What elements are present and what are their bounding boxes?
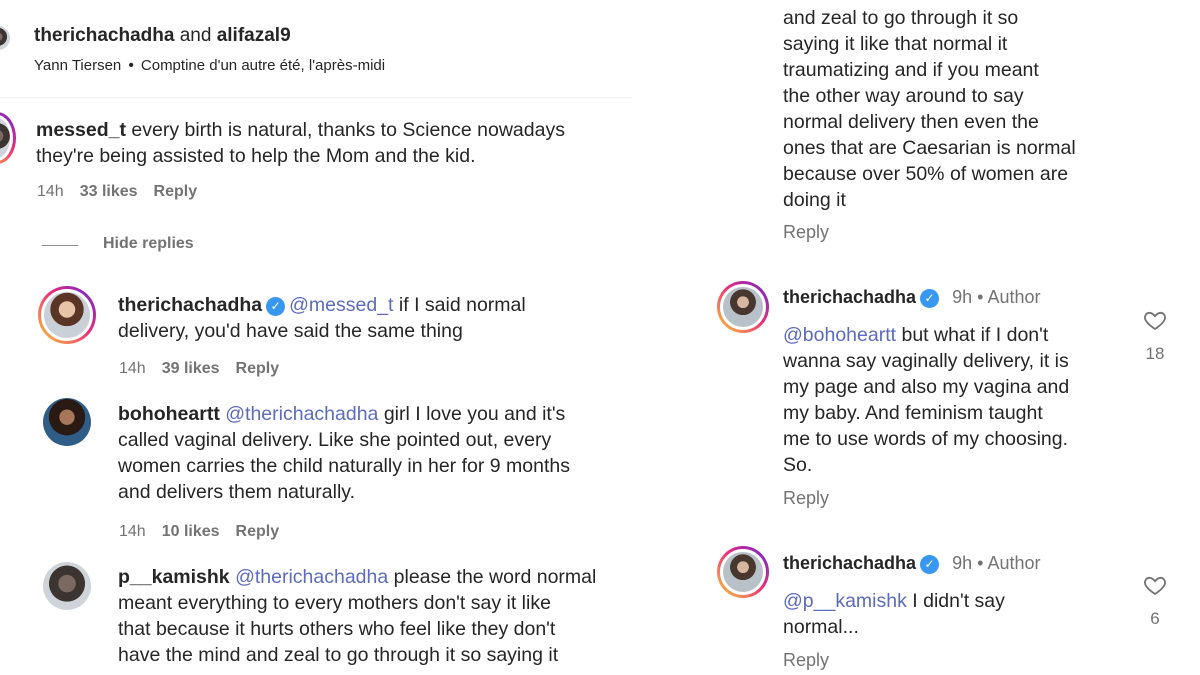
reply-text: normal delivery then even the bbox=[783, 111, 1039, 133]
reply-text: have the mind and zeal to go through it … bbox=[118, 644, 559, 666]
comment-avatar[interactable] bbox=[0, 112, 16, 164]
post-header-users: therichachadha and alifazal9 bbox=[34, 24, 291, 48]
comment-username[interactable]: messed_t bbox=[36, 119, 126, 141]
reply-meta: 14h 39 likes Reply bbox=[119, 360, 295, 378]
reply-continuation: and zeal to go through it so saying it l… bbox=[783, 5, 1193, 213]
author-label: Author bbox=[987, 287, 1041, 307]
reply-text: So. bbox=[783, 454, 813, 476]
reply-reply-button[interactable]: Reply bbox=[236, 360, 280, 377]
reply-text: doing it bbox=[783, 189, 846, 211]
like-heart-icon[interactable] bbox=[1143, 573, 1167, 597]
reply-button[interactable]: Reply bbox=[783, 650, 829, 671]
reply-mention[interactable]: @therichachadha bbox=[225, 403, 378, 425]
hide-replies-button[interactable]: Hide replies bbox=[103, 235, 194, 253]
hide-replies-line bbox=[42, 245, 78, 246]
header-username-2[interactable]: alifazal9 bbox=[217, 25, 291, 46]
reply-meta: 14h 10 likes Reply bbox=[119, 523, 295, 541]
reply-text: traumatizing and if you meant bbox=[783, 59, 1039, 81]
reply-text: normal... bbox=[783, 616, 859, 638]
reply-avatar-p-kamishk[interactable] bbox=[43, 562, 91, 610]
reply-text: that because it hurts others who feel li… bbox=[118, 618, 556, 640]
audio-bullet: • bbox=[128, 57, 134, 74]
reply-time: 9h bbox=[952, 287, 973, 307]
reply-bullet: • bbox=[977, 287, 984, 307]
reply-avatar-bohoheartt[interactable] bbox=[43, 398, 91, 446]
reply-avatar-therichachadha[interactable] bbox=[717, 281, 769, 333]
reply-avatar-therichachadha[interactable] bbox=[38, 286, 96, 344]
reply-text: my baby. And feminism taught bbox=[783, 402, 1043, 424]
reply-text: and zeal to go through it so bbox=[783, 7, 1019, 29]
reply-text: women carries the child naturally in her… bbox=[118, 455, 570, 477]
reply-therichachadha: therichachadha ✓ @messed_t if I said norma… bbox=[118, 292, 628, 344]
verified-badge-icon: ✓ bbox=[920, 289, 940, 308]
reply-text: my page and also my vagina and bbox=[783, 376, 1070, 398]
reply-bullet: • bbox=[977, 553, 984, 573]
reply-reply-button[interactable]: Reply bbox=[236, 523, 280, 540]
like-heart-icon[interactable] bbox=[1143, 308, 1167, 332]
reply-text: called vaginal delivery. Like she pointe… bbox=[118, 429, 552, 451]
reply-text: wanna say vaginally delivery, it is bbox=[783, 350, 1069, 372]
left-comments-panel: therichachadha and alifazal9 Yann Tierse… bbox=[0, 0, 632, 675]
right-comments-panel: and zeal to go through it so saying it l… bbox=[700, 0, 1200, 675]
reply-likes[interactable]: 10 likes bbox=[162, 523, 220, 540]
comment-messed-t: messed_t every birth is natural, thanks … bbox=[36, 117, 626, 169]
verified-badge-icon: ✓ bbox=[920, 555, 940, 574]
reply-text: if I said normal bbox=[398, 294, 526, 316]
header-username-1[interactable]: therichachadha bbox=[34, 25, 174, 46]
reply-p-kamishk: p__kamishk @therichachadha please the wo… bbox=[118, 564, 628, 668]
reply-time: 14h bbox=[119, 360, 146, 377]
reply-body: @p__kamishk I didn't say normal... bbox=[783, 588, 1163, 640]
comment-likes[interactable]: 33 likes bbox=[80, 183, 138, 200]
reply-text: delivery, you'd have said the same thing bbox=[118, 320, 463, 342]
reply-button[interactable]: Reply bbox=[783, 222, 829, 243]
reply-text: me to use words of my choosing. bbox=[783, 428, 1069, 450]
post-audio[interactable]: Yann Tiersen • Comptine d'un autre été, … bbox=[34, 57, 385, 74]
reply-time: 14h bbox=[119, 523, 146, 540]
like-count: 18 bbox=[1145, 344, 1165, 363]
header-divider bbox=[0, 97, 632, 98]
reply-likes[interactable]: 39 likes bbox=[162, 360, 220, 377]
comment-time: 14h bbox=[37, 183, 64, 200]
reply-mention[interactable]: @p__kamishk bbox=[783, 590, 907, 612]
audio-artist: Yann Tiersen bbox=[34, 57, 122, 74]
reply-username[interactable]: bohoheartt bbox=[118, 403, 220, 425]
author-label: Author bbox=[987, 553, 1041, 573]
reply-text: please the word normal bbox=[393, 566, 597, 588]
header-and: and bbox=[179, 25, 212, 46]
reply-button[interactable]: Reply bbox=[783, 488, 829, 509]
reply-text: ones that are Caesarian is normal bbox=[783, 137, 1076, 159]
comment-text: they're being assisted to help the Mom a… bbox=[36, 145, 476, 167]
reply-text: because over 50% of women are bbox=[783, 163, 1069, 185]
comment-reply-button[interactable]: Reply bbox=[154, 183, 198, 200]
reply-username[interactable]: therichachadha bbox=[783, 553, 916, 573]
reply-text: I didn't say bbox=[912, 590, 1005, 612]
verified-badge-icon: ✓ bbox=[266, 297, 286, 316]
reply-header: therichachadha ✓ 9h • Author bbox=[783, 551, 1040, 575]
reply-mention[interactable]: @messed_t bbox=[289, 294, 393, 316]
like-count: 6 bbox=[1150, 609, 1160, 628]
reply-text: but what if I don't bbox=[901, 324, 1049, 346]
reply-username[interactable]: therichachadha bbox=[783, 287, 916, 307]
reply-text: the other way around to say bbox=[783, 85, 1024, 107]
reply-bohoheartt: bohoheartt @therichachadha girl I love y… bbox=[118, 401, 628, 505]
comment-meta: 14h 33 likes Reply bbox=[37, 183, 213, 201]
reply-header: therichachadha ✓ 9h • Author bbox=[783, 285, 1040, 309]
comment-text: every birth is natural, thanks to Scienc… bbox=[131, 119, 565, 141]
post-avatar[interactable] bbox=[0, 26, 10, 50]
reply-mention[interactable]: @bohoheartt bbox=[783, 324, 896, 346]
reply-username[interactable]: p__kamishk bbox=[118, 566, 230, 588]
reply-text: meant everything to every mothers don't … bbox=[118, 592, 551, 614]
reply-username[interactable]: therichachadha bbox=[118, 294, 262, 316]
reply-body: @bohoheartt but what if I don't wanna sa… bbox=[783, 322, 1163, 478]
reply-text: girl I love you and it's bbox=[383, 403, 566, 425]
reply-time: 9h bbox=[952, 553, 973, 573]
audio-title: Comptine d'un autre été, l'après-midi bbox=[140, 57, 386, 74]
reply-avatar-therichachadha[interactable] bbox=[717, 546, 769, 598]
reply-mention[interactable]: @therichachadha bbox=[235, 566, 388, 588]
reply-text: saying it like that normal it bbox=[783, 33, 1008, 55]
reply-text: and delivers them naturally. bbox=[118, 481, 356, 503]
